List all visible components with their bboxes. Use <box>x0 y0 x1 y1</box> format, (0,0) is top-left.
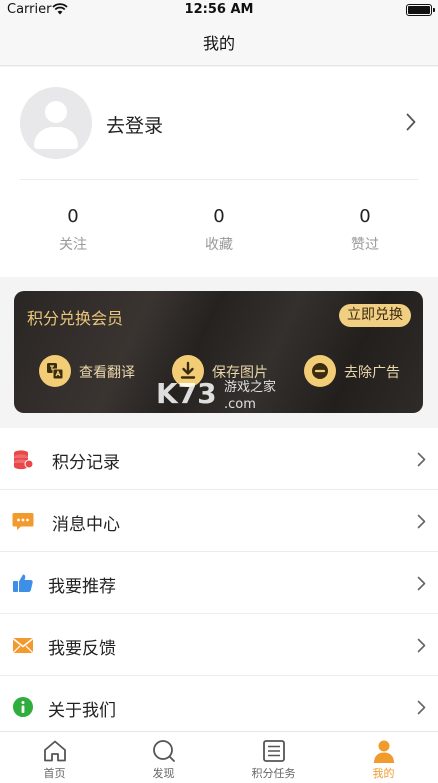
tab-label: 首页 <box>43 767 66 780</box>
message-icon <box>12 513 34 530</box>
watermark-domain: .com <box>224 397 256 412</box>
perk-label: 去除广告 <box>344 365 400 381</box>
stat-label: 赞过 <box>351 237 379 253</box>
watermark-brand: K73 <box>156 377 217 410</box>
menu-item-points-record[interactable]: 积分记录 <box>0 428 438 490</box>
discover-icon <box>153 740 175 762</box>
tab-mine[interactable]: 我的 <box>329 732 438 783</box>
tab-label: 我的 <box>372 767 395 780</box>
menu-item-message-center[interactable]: 消息中心 <box>0 490 438 552</box>
menu-label: 我要推荐 <box>48 577 116 597</box>
stat-label: 关注 <box>59 237 87 253</box>
login-row[interactable]: 去登录 <box>0 67 438 179</box>
stat-value: 0 <box>213 206 225 227</box>
chevron-right-icon <box>417 700 426 715</box>
avatar-head-shape <box>45 101 67 123</box>
tab-bar: 首页 发现 积分任务 我的 <box>0 731 438 783</box>
chevron-right-icon <box>417 514 426 529</box>
stats-row: 0 关注 0 收藏 0 赞过 <box>0 180 438 277</box>
perk-label: 查看翻译 <box>79 365 135 381</box>
remove-ads-icon <box>304 355 336 387</box>
status-time: 12:56 AM <box>184 2 254 17</box>
tab-home[interactable]: 首页 <box>0 732 109 783</box>
menu-item-recommend[interactable]: 我要推荐 <box>0 552 438 614</box>
vip-card: 积分兑换会员 立即兑换 查看翻译 保存图片 去除广告 K73 游戏之家 .com <box>14 291 423 413</box>
chevron-right-icon <box>417 452 426 467</box>
stat-value: 0 <box>359 206 371 227</box>
profile-section: 去登录 0 关注 0 收藏 0 赞过 <box>0 67 438 277</box>
menu-label: 消息中心 <box>52 515 120 535</box>
watermark-cn: 游戏之家 <box>224 379 276 395</box>
nav-bar: 我的 <box>0 22 438 66</box>
avatar-body-shape <box>34 127 78 149</box>
profile-icon <box>374 740 394 763</box>
tab-discover[interactable]: 发现 <box>109 732 218 783</box>
coins-icon <box>14 450 34 470</box>
chevron-right-icon <box>406 113 416 131</box>
stat-label: 收藏 <box>205 237 233 253</box>
page-title: 我的 <box>202 34 235 53</box>
status-bar: Carrier 12:56 AM <box>0 0 438 22</box>
tab-label: 积分任务 <box>251 767 296 780</box>
chevron-right-icon <box>417 576 426 591</box>
thumbs-up-icon <box>13 574 33 592</box>
task-list-icon <box>263 740 285 762</box>
menu-item-feedback[interactable]: 我要反馈 <box>0 614 438 676</box>
feedback-mail-icon <box>13 638 33 653</box>
menu-label: 关于我们 <box>48 701 116 721</box>
home-icon <box>44 740 66 762</box>
tab-points-tasks[interactable]: 积分任务 <box>219 732 328 783</box>
login-label[interactable]: 去登录 <box>106 111 163 138</box>
menu-item-about-us[interactable]: 关于我们 <box>0 676 438 738</box>
avatar[interactable] <box>20 87 92 159</box>
chevron-right-icon <box>417 638 426 653</box>
tab-label: 发现 <box>152 767 175 780</box>
watermark-logo: K73 游戏之家 .com <box>156 375 286 413</box>
stat-value: 0 <box>67 206 79 227</box>
menu-label: 积分记录 <box>52 453 120 473</box>
menu-list: 积分记录 消息中心 我要推荐 我要反馈 关于我们 <box>0 428 438 738</box>
translate-icon <box>39 355 71 387</box>
battery-icon <box>406 4 435 16</box>
redeem-button[interactable]: 立即兑换 <box>339 304 411 327</box>
vip-title: 积分兑换会员 <box>27 309 124 328</box>
info-icon <box>13 697 33 717</box>
menu-label: 我要反馈 <box>48 639 116 659</box>
